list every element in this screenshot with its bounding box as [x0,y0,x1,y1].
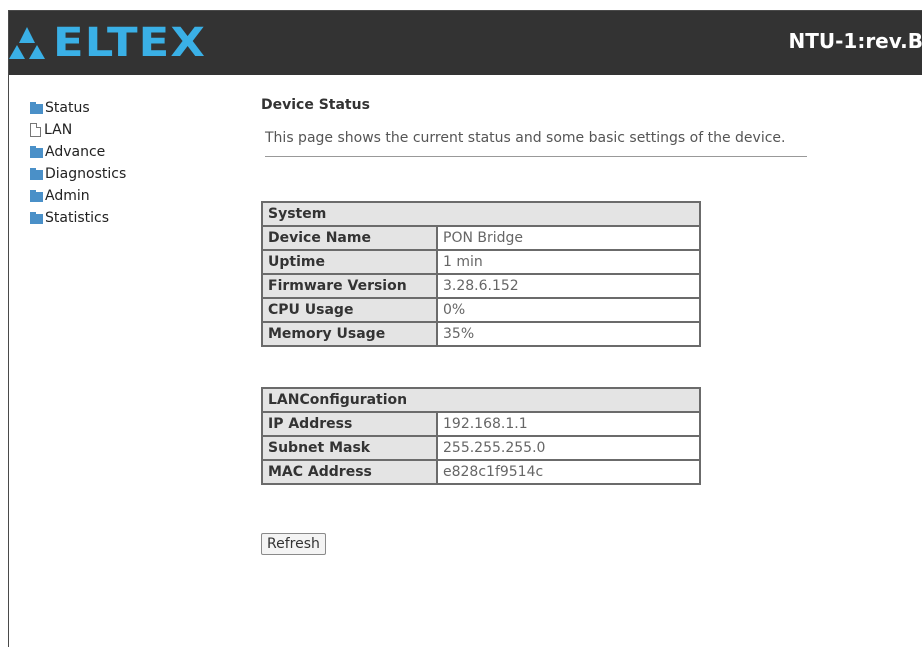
sidebar-item-admin[interactable]: Admin [30,185,126,207]
table-row: MAC Address e828c1f9514c [261,459,701,485]
divider [265,156,807,157]
row-label: Uptime [261,249,438,275]
table-row: IP Address 192.168.1.1 [261,411,701,437]
sidebar-item-diagnostics[interactable]: Diagnostics [30,163,126,185]
document-icon [30,123,41,137]
sidebar-item-label: Advance [45,144,106,160]
lan-configuration-table: LANConfiguration IP Address 192.168.1.1 … [261,387,701,485]
table-row: Subnet Mask 255.255.255.0 [261,435,701,461]
sidebar-item-statistics[interactable]: Statistics [30,207,126,229]
row-label: IP Address [261,411,438,437]
eltex-logo: ELTEX [9,20,205,66]
row-value: 35% [436,321,701,347]
table-row: Memory Usage 35% [261,321,701,347]
eltex-logo-icon [9,27,45,59]
row-label: MAC Address [261,459,438,485]
sidebar-nav: Status LAN Advance Diagnostics Admin Sta… [30,97,126,229]
row-label: Device Name [261,225,438,251]
device-model-title: NTU-1:rev.B [788,29,922,53]
system-status-table: System Device Name PON Bridge Uptime 1 m… [261,201,701,347]
browser-frame: ELTEX NTU-1:rev.B Status LAN Advance Dia… [8,10,922,647]
sidebar-item-lan[interactable]: LAN [30,119,126,141]
folder-icon [30,146,43,158]
row-value: PON Bridge [436,225,701,251]
row-value: e828c1f9514c [436,459,701,485]
table-row: CPU Usage 0% [261,297,701,323]
row-value: 1 min [436,249,701,275]
sidebar-item-advance[interactable]: Advance [30,141,126,163]
sidebar-item-label: LAN [44,122,73,138]
folder-icon [30,212,43,224]
folder-icon [30,168,43,180]
refresh-button[interactable]: Refresh [261,533,326,555]
row-label: Memory Usage [261,321,438,347]
row-label: Subnet Mask [261,435,438,461]
sidebar-item-label: Status [45,100,90,116]
main-content: Device Status This page shows the curren… [261,97,807,555]
table-row: Firmware Version 3.28.6.152 [261,273,701,299]
sidebar-item-status[interactable]: Status [30,97,126,119]
table-header-row: LANConfiguration [261,387,701,413]
logo-text: ELTEX [53,20,207,66]
table-header-row: System [261,201,701,227]
row-value: 3.28.6.152 [436,273,701,299]
table-header: LANConfiguration [261,387,701,413]
row-label: CPU Usage [261,297,438,323]
sidebar-item-label: Admin [45,188,90,204]
page-description: This page shows the current status and s… [265,130,786,146]
table-header: System [261,201,701,227]
sidebar-item-label: Diagnostics [45,166,127,182]
table-row: Device Name PON Bridge [261,225,701,251]
table-row: Uptime 1 min [261,249,701,275]
row-value: 255.255.255.0 [436,435,701,461]
row-label: Firmware Version [261,273,438,299]
folder-icon [30,102,43,114]
row-value: 192.168.1.1 [436,411,701,437]
folder-icon [30,190,43,202]
sidebar-item-label: Statistics [45,210,109,226]
row-value: 0% [436,297,701,323]
page-title: Device Status [261,97,370,113]
header-bar: ELTEX NTU-1:rev.B [9,11,922,75]
